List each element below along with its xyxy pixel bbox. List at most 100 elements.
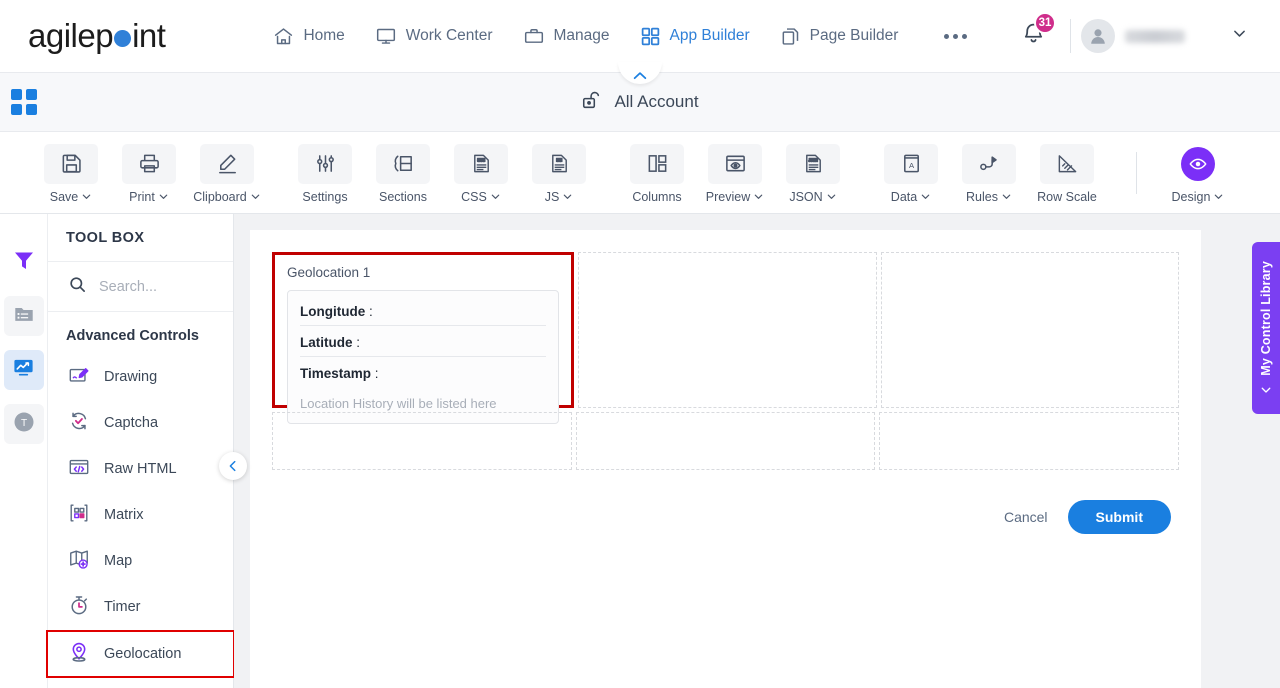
- canvas-row-1: Geolocation 1 Longitude : Latitude : Tim…: [272, 252, 1179, 424]
- nav-item-home[interactable]: Home: [273, 26, 345, 47]
- my-control-library-tab[interactable]: My Control Library: [1252, 242, 1280, 414]
- user-name-redacted: [1125, 29, 1185, 43]
- toolbox-label-matrix: Matrix: [104, 507, 144, 523]
- design-icon-wrap: [1171, 144, 1225, 184]
- canvas-cell-geolocation[interactable]: Geolocation 1 Longitude : Latitude : Tim…: [272, 252, 575, 424]
- rail-chart-button[interactable]: [3, 350, 44, 390]
- toolbox-section-label: Advanced Controls: [66, 328, 199, 344]
- settings-label: Settings: [302, 189, 348, 204]
- nav-label-manage: Manage: [553, 27, 610, 44]
- settings-button[interactable]: Settings: [290, 142, 360, 204]
- json-button[interactable]: JSON JSON: [778, 142, 848, 204]
- row-scale-button[interactable]: Row Scale: [1032, 142, 1102, 204]
- search-icon: [68, 275, 87, 299]
- nav-item-manage[interactable]: Manage: [523, 26, 610, 47]
- toolbar-group-file: Save Print Clipboard: [36, 142, 262, 204]
- briefcase-icon: [523, 26, 545, 47]
- row-scale-label: Row Scale: [1037, 189, 1097, 204]
- print-icon: [122, 143, 176, 184]
- toolbox-item-captcha[interactable]: Captcha: [48, 400, 233, 446]
- agilepoint-logo[interactable]: agilep int: [28, 17, 166, 55]
- timestamp-field[interactable]: Timestamp :: [300, 363, 546, 387]
- nav-label-home: Home: [303, 27, 345, 44]
- rail-filter-button[interactable]: [4, 242, 44, 282]
- toolbar-group-view: Columns Preview JSON JSON: [622, 142, 848, 204]
- toolbox-item-timer[interactable]: Timer: [48, 584, 233, 630]
- save-button[interactable]: Save: [36, 142, 106, 204]
- app-grid-button[interactable]: [0, 89, 48, 115]
- toolbox-item-geolocation[interactable]: Geolocation: [46, 630, 235, 678]
- toolbar-group-edit: Settings Sections CSS CSS JS JS: [290, 142, 594, 204]
- account-label[interactable]: All Account: [614, 92, 698, 112]
- css-button[interactable]: CSS CSS: [446, 142, 516, 204]
- data-button[interactable]: A Data: [876, 142, 946, 204]
- nav-divider: [1070, 19, 1071, 53]
- canvas-cell-empty[interactable]: [879, 412, 1180, 470]
- user-menu-chevron-down-icon[interactable]: [1231, 25, 1262, 47]
- toolbox-item-drawing[interactable]: Drawing: [48, 354, 233, 400]
- svg-text:CSS: CSS: [477, 158, 485, 162]
- builder-toolbar: Save Print Clipboard Settings Sections C…: [0, 132, 1280, 214]
- geolocation-widget[interactable]: Geolocation 1 Longitude : Latitude : Tim…: [275, 255, 571, 424]
- pencil-icon: [200, 143, 254, 184]
- folder-list-icon: [13, 303, 35, 330]
- library-chevron-left-icon: [1260, 382, 1272, 396]
- matrix-icon: [68, 502, 90, 528]
- drawing-icon: [68, 364, 90, 390]
- columns-label: Columns: [632, 189, 682, 204]
- logo-dot-icon: [114, 30, 132, 47]
- latitude-field[interactable]: Latitude :: [300, 332, 547, 357]
- toolbox-label-captcha: Captcha: [104, 415, 159, 431]
- longitude-field[interactable]: Longitude :: [300, 301, 547, 326]
- save-icon: [44, 143, 98, 184]
- text-icon: T: [12, 410, 36, 439]
- nav-item-app-builder[interactable]: App Builder: [640, 26, 750, 47]
- chart-icon: [12, 356, 35, 384]
- nav-item-work-center[interactable]: Work Center: [375, 26, 493, 47]
- print-button[interactable]: Print: [114, 142, 184, 204]
- canvas-cell-empty[interactable]: [575, 412, 876, 470]
- sections-label: Sections: [379, 189, 427, 204]
- nav-right-cluster: 31: [1007, 12, 1262, 53]
- js-label: JS: [545, 190, 574, 204]
- latitude-separator: :: [356, 335, 361, 350]
- clipboard-button[interactable]: Clipboard: [192, 142, 262, 204]
- sections-button[interactable]: Sections: [368, 142, 438, 204]
- latitude-label: Latitude: [300, 335, 353, 350]
- canvas-cell-empty[interactable]: [578, 252, 877, 408]
- cancel-button[interactable]: Cancel: [1004, 509, 1048, 525]
- pages-icon: [780, 26, 801, 47]
- nav-more-button[interactable]: [944, 33, 968, 39]
- toolbox-search[interactable]: [48, 262, 233, 312]
- canvas-cell-empty[interactable]: [272, 412, 572, 470]
- json-label: JSON: [789, 190, 836, 204]
- collapse-chevron-up-icon[interactable]: [618, 62, 662, 84]
- logo-text-after: int: [132, 17, 166, 54]
- nav-label-app-builder: App Builder: [669, 27, 750, 44]
- avatar[interactable]: [1081, 19, 1115, 53]
- preview-label: Preview: [706, 190, 764, 204]
- eye-icon: [1181, 146, 1215, 181]
- toolbox-collapse-chevron-left-icon[interactable]: [219, 452, 247, 480]
- search-input[interactable]: [99, 278, 209, 295]
- toolbox-item-map[interactable]: Map: [48, 538, 233, 584]
- preview-button[interactable]: Preview: [700, 142, 770, 204]
- unlock-icon: [581, 89, 603, 116]
- rail-text-button[interactable]: T: [3, 404, 44, 444]
- notifications-button[interactable]: 31: [1007, 12, 1060, 51]
- form-actions: Cancel Submit: [272, 500, 1179, 534]
- toolbox-item-raw-html[interactable]: Raw HTML: [48, 446, 233, 492]
- columns-button[interactable]: Columns: [622, 142, 692, 204]
- js-button[interactable]: JS JS: [524, 142, 594, 204]
- submit-button[interactable]: Submit: [1067, 500, 1171, 534]
- rules-button[interactable]: Rules: [954, 142, 1024, 204]
- canvas-area: Geolocation 1 Longitude : Latitude : Tim…: [234, 214, 1280, 688]
- toolbox-item-matrix[interactable]: Matrix: [48, 492, 233, 538]
- design-button[interactable]: Design: [1163, 142, 1233, 204]
- nav-item-page-builder[interactable]: Page Builder: [780, 26, 898, 47]
- rail-folder-button[interactable]: [3, 296, 44, 336]
- canvas-cell-empty[interactable]: [880, 252, 1179, 408]
- left-icon-rail: T: [0, 214, 48, 688]
- print-label: Print: [129, 190, 169, 204]
- geolocation-icon: [68, 641, 90, 667]
